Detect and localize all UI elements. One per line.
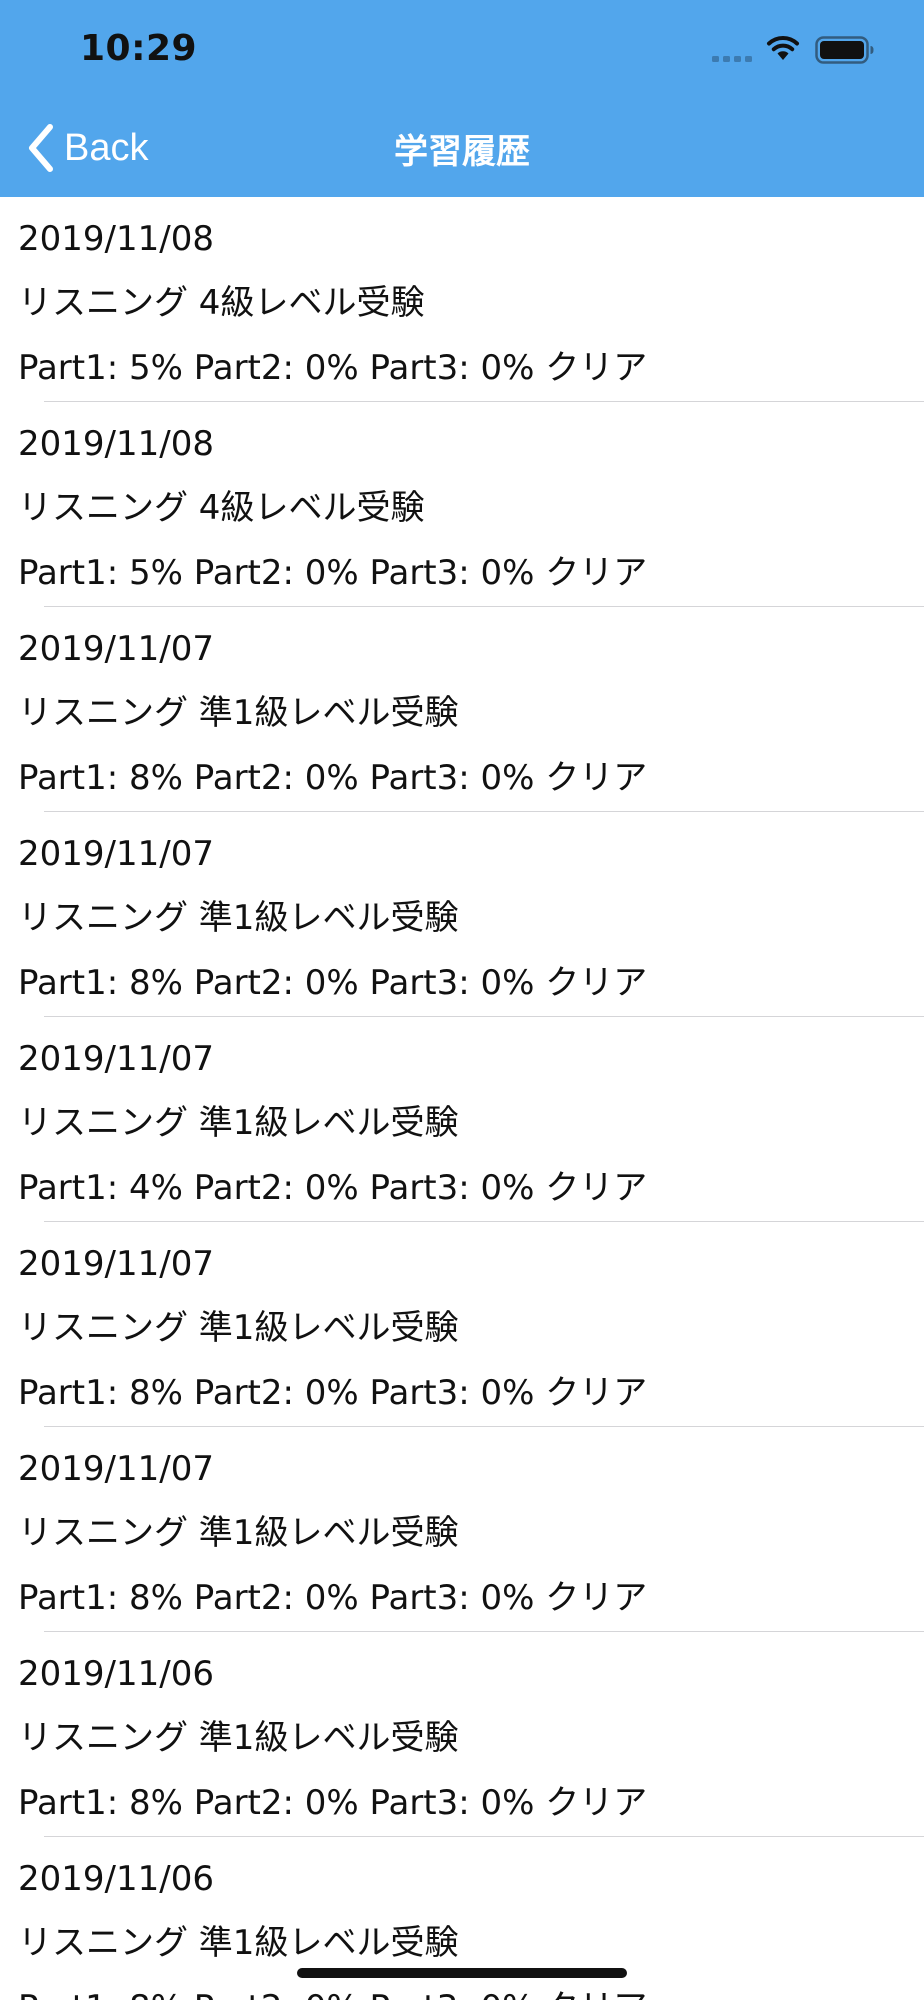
history-row[interactable]: 2019/11/07 リスニング 準1級レベル受験 Part1: 8% Part… [0,1222,924,1427]
history-title: リスニング 準1級レベル受験 [18,898,459,938]
history-score: Part1: 8% Part2: 0% Part3: 0% クリア [18,963,648,1003]
history-date: 2019/11/07 [18,834,214,874]
history-date: 2019/11/06 [18,1654,214,1694]
status-time: 10:29 [80,28,198,69]
screen: 10:29 Back 学習履歴 2019/11/08 リスニング 4級レベル受験… [0,0,924,2000]
history-title: リスニング 4級レベル受験 [18,488,425,528]
history-score: Part1: 8% Part2: 0% Part3: 0% クリア [18,758,648,798]
history-list: 2019/11/08 リスニング 4級レベル受験 Part1: 5% Part2… [0,197,924,2000]
history-date: 2019/11/07 [18,1449,214,1489]
history-score: Part1: 5% Part2: 0% Part3: 0% クリア [18,553,648,593]
history-score: Part1: 4% Part2: 0% Part3: 0% クリア [18,1168,648,1208]
history-score: Part1: 8% Part2: 0% Part3: 0% クリア [18,1373,648,1413]
history-date: 2019/11/06 [18,1859,214,1899]
history-date: 2019/11/08 [18,424,214,464]
history-row[interactable]: 2019/11/07 リスニング 準1級レベル受験 Part1: 8% Part… [0,1427,924,1632]
history-date: 2019/11/07 [18,1039,214,1079]
history-row[interactable]: 2019/11/06 リスニング 準1級レベル受験 Part1: 8% Part… [0,1632,924,1837]
history-title: リスニング 準1級レベル受験 [18,693,459,733]
history-row[interactable]: 2019/11/07 リスニング 準1級レベル受験 Part1: 8% Part… [0,607,924,812]
history-score: Part1: 8% Part2: 0% Part3: 0% クリア [18,1783,648,1823]
history-row[interactable]: 2019/11/07 リスニング 準1級レベル受験 Part1: 4% Part… [0,1017,924,1222]
history-row[interactable]: 2019/11/07 リスニング 準1級レベル受験 Part1: 8% Part… [0,812,924,1017]
history-row[interactable]: 2019/11/08 リスニング 4級レベル受験 Part1: 5% Part2… [0,402,924,607]
home-indicator[interactable] [297,1968,627,1978]
history-row[interactable]: 2019/11/08 リスニング 4級レベル受験 Part1: 5% Part2… [0,197,924,402]
history-score: Part1: 8% Part2: 0% Part3: 0% クリア [18,1578,648,1618]
history-title: リスニング 準1級レベル受験 [18,1923,459,1963]
history-date: 2019/11/07 [18,629,214,669]
navigation-header: 10:29 Back 学習履歴 [0,0,924,197]
history-title: リスニング 4級レベル受験 [18,283,425,323]
history-score: Part1: 8% Part2: 0% Part3: 0% クリア [18,1988,647,2000]
history-score: Part1: 5% Part2: 0% Part3: 0% クリア [18,348,648,388]
history-title: リスニング 準1級レベル受験 [18,1308,459,1348]
page-title: 学習履歴 [394,132,530,172]
history-title: リスニング 準1級レベル受験 [18,1718,459,1758]
cellular-signal-icon [712,56,752,62]
battery-icon [815,36,874,64]
history-date: 2019/11/07 [18,1244,214,1284]
history-date: 2019/11/08 [18,219,214,259]
history-title: リスニング 準1級レベル受験 [18,1513,459,1553]
wifi-icon [767,36,799,60]
history-title: リスニング 準1級レベル受験 [18,1103,459,1143]
